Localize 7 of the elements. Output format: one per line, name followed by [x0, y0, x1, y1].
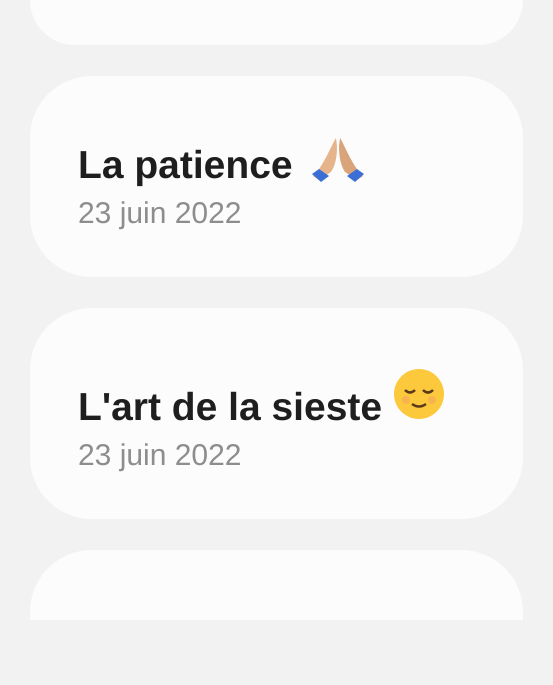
note-title: La patience	[78, 144, 293, 187]
note-card[interactable]: La patience 23 juin 2022	[30, 76, 523, 277]
note-date: 23 juin 2022	[78, 439, 242, 473]
note-title: L'art de la sieste	[78, 386, 382, 429]
note-card[interactable]: L'art de la sieste 23 juin 2022	[30, 308, 523, 519]
relieved-face-icon	[392, 368, 445, 420]
note-date: 23 juin 2022	[78, 197, 242, 231]
